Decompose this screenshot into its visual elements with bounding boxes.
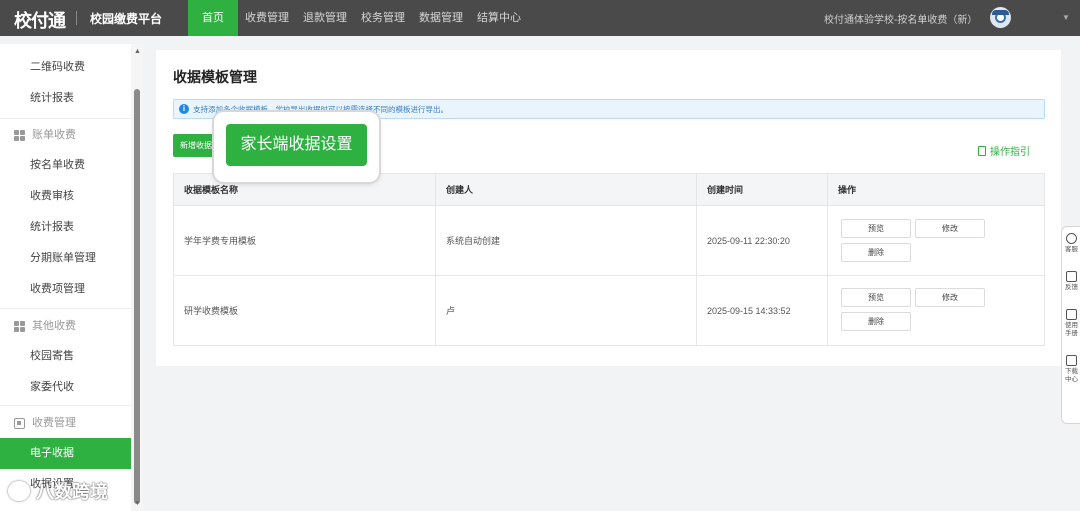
watermark: 八数跨境 [8,478,108,506]
template-name: 学年学费专用模板 [184,236,257,246]
headset-icon [1066,233,1077,244]
template-creator: 卢 [435,276,696,345]
nav-settlement-center[interactable]: 结算中心 [470,0,528,36]
grid-icon [14,321,25,332]
operation-guide-link[interactable]: 操作指引 [978,143,1030,158]
receipt-template-card: 收据模板管理 i 支持添加多个收据模板，学校导出收据时可以按需选择不同的模板进行… [156,50,1061,366]
edit-button[interactable]: 修改 [915,219,985,238]
header-actions: 操作 [827,174,1046,205]
float-label: 下载中心 [1065,368,1078,383]
scroll-thumb[interactable] [134,89,140,504]
nav-refund-management[interactable]: 退款管理 [296,0,354,36]
template-table: 收据模板名称 创建人 创建时间 操作 学年学费专用模板 系统自动创建 2025-… [173,173,1045,346]
sidebar-item-list-fee[interactable]: 按名单收费 [0,150,131,181]
float-label: 反馈 [1065,284,1078,291]
info-icon: i [179,104,189,114]
page-title: 收据模板管理 [173,69,257,85]
sidebar-item-campus-consignment[interactable]: 校园寄售 [0,341,131,372]
template-created-time: 2025-09-11 22:30:20 [696,206,827,275]
watermark-text: 八数跨境 [36,482,108,502]
user-manual-button[interactable]: 使用手册 [1062,309,1080,338]
template-created-time: 2025-09-15 14:33:52 [696,276,827,345]
brand-logo[interactable]: 校付通 [14,7,66,32]
sidebar: 二维码收费 统计报表 账单收费 按名单收费 收费审核 统计报表 分期账单管理 收… [0,44,143,511]
top-navigation-bar: 校付通 校园缴费平台 首页 收费管理 退款管理 校务管理 数据管理 结算中心 校… [0,0,1080,36]
preview-button[interactable]: 预览 [841,219,911,238]
floating-toolbar: 客服 反馈 使用手册 下载中心 [1061,226,1080,424]
document-icon [978,146,986,156]
platform-name: 校园缴费平台 [90,12,163,26]
nav-data-management[interactable]: 数据管理 [412,0,470,36]
sidebar-group-label: 其他收费 [32,320,76,332]
nav-school-affairs[interactable]: 校务管理 [354,0,412,36]
sidebar-item-qrcode-fee[interactable]: 二维码收费 [0,52,131,83]
scroll-up-arrow-icon[interactable]: ▲ [134,48,141,55]
avatar[interactable] [990,7,1011,28]
sidebar-scrollbar[interactable]: ▲ ▼ [131,44,143,511]
table-row: 研学收费模板 卢 2025-09-15 14:33:52 预览 修改 删除 [174,275,1044,345]
sidebar-group-label: 收费管理 [32,417,76,429]
logo-divider [76,11,77,25]
sidebar-group-fee-management[interactable]: 收费管理 [0,408,131,438]
sidebar-item-parent-committee[interactable]: 家委代收 [0,372,131,403]
avatar-hat-icon [992,10,1009,15]
nav-home[interactable]: 首页 [188,0,238,36]
customer-service-button[interactable]: 客服 [1062,233,1080,254]
action-cell: 预览 修改 删除 [827,276,1046,345]
scroll-down-arrow-icon[interactable]: ▼ [134,500,141,507]
guide-label: 操作指引 [990,147,1030,158]
sidebar-item-installment-bills[interactable]: 分期账单管理 [0,243,131,274]
feedback-button[interactable]: 反馈 [1062,271,1080,292]
receipt-box-icon [14,418,25,429]
feedback-icon [1066,271,1077,282]
sidebar-group-other-fee[interactable]: 其他收费 [0,311,131,341]
sidebar-divider [0,405,131,406]
chevron-down-icon[interactable]: ▼ [1062,13,1070,22]
sidebar-divider [0,308,131,309]
download-icon [1066,355,1077,366]
sidebar-group-label: 账单收费 [32,129,76,141]
highlight-popover: 家长端收据设置 [214,112,379,182]
nav-fee-management[interactable]: 收费管理 [238,0,296,36]
grid-icon [14,130,25,141]
float-label: 使用手册 [1065,322,1078,337]
template-creator: 系统自动创建 [435,206,696,275]
action-cell: 预览 修改 删除 [827,206,1046,275]
template-name: 研学收费模板 [184,306,239,316]
header-created-time: 创建时间 [696,174,827,205]
sidebar-divider [0,118,131,119]
sidebar-item-fee-review[interactable]: 收费审核 [0,181,131,212]
main-nav: 首页 收费管理 退款管理 校务管理 数据管理 结算中心 [188,0,528,36]
sidebar-item-e-receipt[interactable]: 电子收据 [0,438,131,469]
table-row: 学年学费专用模板 系统自动创建 2025-09-11 22:30:20 预览 修… [174,205,1044,275]
header-creator: 创建人 [435,174,696,205]
parent-receipt-settings-button[interactable]: 家长端收据设置 [226,124,367,166]
sidebar-group-bill-fee[interactable]: 账单收费 [0,120,131,150]
float-label: 客服 [1065,246,1078,253]
edit-button[interactable]: 修改 [915,288,985,307]
watermark-logo-icon [8,481,30,501]
sidebar-item-stats-report-2[interactable]: 统计报表 [0,212,131,243]
school-name[interactable]: 校付通体验学校-按名单收费（新） [824,11,977,26]
preview-button[interactable]: 预览 [841,288,911,307]
download-center-button[interactable]: 下载中心 [1062,355,1080,384]
sidebar-item-stats-report[interactable]: 统计报表 [0,83,131,114]
sidebar-item-fee-items[interactable]: 收费项管理 [0,274,131,305]
delete-button[interactable]: 删除 [841,243,911,262]
manual-icon [1066,309,1077,320]
delete-button[interactable]: 删除 [841,312,911,331]
